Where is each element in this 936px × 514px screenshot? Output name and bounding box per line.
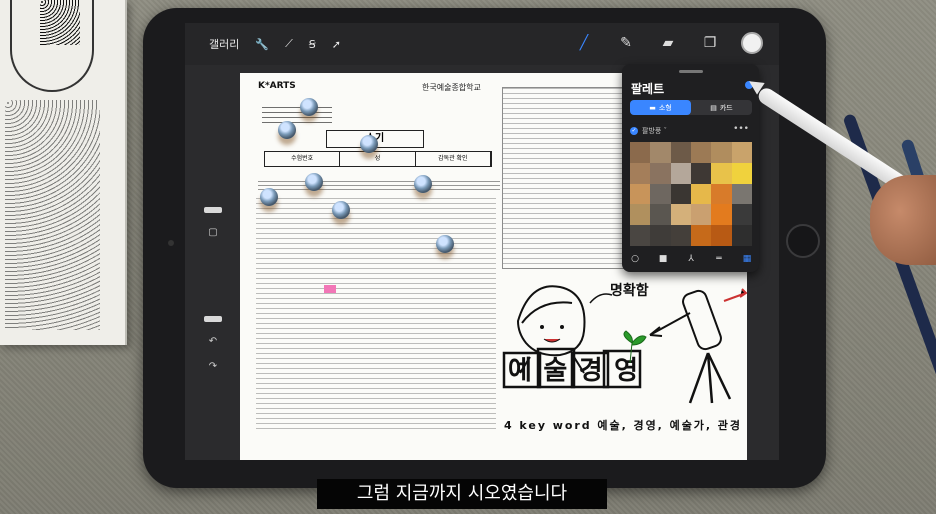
undo-icon[interactable]: ↶	[202, 336, 224, 347]
transform-arrow-icon[interactable]: ➚	[332, 38, 341, 51]
color-swatch[interactable]	[731, 162, 752, 184]
compact-icon: ▬	[649, 103, 656, 112]
doc-passage-left	[256, 198, 496, 433]
harmony-mode-icon[interactable]: ⅄	[684, 254, 698, 264]
color-swatch[interactable]	[731, 142, 752, 163]
color-swatch[interactable]	[630, 162, 651, 184]
doc-school-name: 한국예술종합학교	[422, 83, 481, 92]
color-swatch[interactable]	[630, 204, 651, 226]
more-options-icon[interactable]: •••	[733, 124, 749, 134]
color-swatch[interactable]	[711, 183, 732, 205]
value-mode-icon[interactable]: ═	[712, 254, 726, 264]
tab-compact[interactable]: ▬ 소형	[630, 100, 691, 115]
info-cell: 성	[340, 152, 416, 166]
pink-highlight	[324, 285, 336, 293]
color-swatch[interactable]	[650, 142, 671, 163]
check-icon: ✓	[630, 127, 638, 135]
color-swatch[interactable]	[630, 183, 651, 205]
smudge-icon[interactable]: ✎	[615, 32, 637, 54]
color-swatch[interactable]	[670, 162, 691, 184]
color-swatch[interactable]	[670, 183, 691, 205]
doc-heading-lines	[262, 107, 332, 125]
color-swatch[interactable]	[691, 204, 712, 226]
color-swatch[interactable]	[650, 225, 671, 246]
color-swatch[interactable]	[691, 162, 712, 184]
wrench-icon[interactable]: 🔧	[255, 38, 269, 51]
tab-card[interactable]: ▤ 카드	[691, 100, 752, 115]
color-swatch[interactable]	[691, 183, 712, 205]
color-swatch[interactable]	[650, 204, 671, 226]
palette-title: 팔레트	[631, 82, 665, 96]
color-swatch[interactable]	[731, 225, 752, 246]
info-cell: 감독관 확인	[416, 152, 491, 166]
color-swatch[interactable]	[670, 225, 691, 246]
tab-compact-label: 소형	[658, 103, 672, 112]
gallery-button[interactable]: 갤러리	[209, 36, 239, 52]
thumbtack-pin	[436, 235, 454, 253]
color-swatch[interactable]	[630, 225, 651, 246]
thumbtack-pin	[278, 121, 296, 139]
doc-logo: K*ARTS	[258, 81, 296, 91]
color-swatch[interactable]	[650, 183, 671, 205]
thumbtack-pin	[305, 173, 323, 191]
palettes-mode-icon[interactable]: ▦	[740, 254, 754, 264]
tab-card-label: 카드	[719, 103, 733, 112]
card-icon: ▤	[710, 103, 717, 112]
swatch-grid	[630, 142, 752, 246]
brush-icon[interactable]: ╱	[573, 32, 595, 54]
color-swatch[interactable]	[691, 225, 712, 246]
art-book	[0, 0, 127, 345]
opacity-slider[interactable]	[204, 316, 222, 322]
disc-mode-icon[interactable]: ○	[628, 254, 642, 264]
color-mode-bar: ○ ■ ⅄ ═ ▦	[628, 254, 754, 264]
procreate-screen: 갤러리 🔧 ⟋ Ꞩ ➚ ╱ ✎ ▰ ❐ ▢ ↶ ↷ K*ARTS 한국예술종합학…	[185, 23, 779, 460]
color-swatch[interactable]	[711, 225, 732, 246]
book-illustration-dots	[40, 0, 80, 45]
classic-mode-icon[interactable]: ■	[656, 254, 670, 264]
thumbtack-pin	[300, 98, 318, 116]
sketch-illustration: 명확함 예술경영 4 key word 예술, 경영, 예술가, 관경	[500, 273, 748, 460]
color-swatch[interactable]	[711, 204, 732, 226]
sketch-label-top: 명확함	[610, 282, 649, 299]
color-swatch[interactable]	[650, 162, 671, 184]
hand	[870, 175, 936, 265]
color-swatch[interactable]	[731, 204, 752, 226]
sketch-svg: 명확함 예술경영 4 key word 예술, 경영, 예술가, 관경	[502, 282, 748, 432]
redo-icon[interactable]: ↷	[202, 361, 224, 372]
palette-view-segmented: ▬ 소형 ▤ 카드	[630, 100, 752, 115]
doc-info-table: 수험번호 성 감독관 확인	[264, 151, 492, 167]
modify-square-icon[interactable]: ▢	[202, 227, 224, 238]
info-cell: 수험번호	[265, 152, 341, 166]
color-swatch[interactable]	[670, 142, 691, 163]
color-swatch[interactable]	[630, 142, 651, 163]
palette-row[interactable]: ✓ 팔방풍 ˇ	[630, 126, 667, 136]
thumbtack-pin	[414, 175, 432, 193]
eraser-icon[interactable]: ▰	[657, 32, 679, 54]
adjustments-wand-icon[interactable]: ⟋	[285, 37, 293, 51]
book-illustration-cube	[5, 100, 100, 330]
selection-s-icon[interactable]: Ꞩ	[309, 38, 316, 51]
doc-intro-lines	[258, 181, 500, 193]
panel-grabber[interactable]	[679, 70, 703, 73]
thumbtack-pin	[360, 135, 378, 153]
front-camera	[168, 240, 174, 246]
home-button[interactable]	[786, 224, 820, 258]
color-picker-button[interactable]	[741, 32, 763, 54]
color-swatch[interactable]	[691, 142, 712, 163]
color-swatch[interactable]	[731, 183, 752, 205]
layers-icon[interactable]: ❐	[699, 32, 721, 54]
brush-size-slider[interactable]	[204, 207, 222, 213]
thumbtack-pin	[332, 201, 350, 219]
top-toolbar: 갤러리 🔧 ⟋ Ꞩ ➚ ╱ ✎ ▰ ❐	[185, 23, 779, 65]
color-swatch[interactable]	[670, 204, 691, 226]
thumbtack-pin	[260, 188, 278, 206]
color-swatch[interactable]	[711, 162, 732, 184]
palette-name: 팔방풍 ˇ	[642, 127, 668, 135]
video-subtitle: 그럼 지금까지 시오였습니다	[317, 479, 607, 509]
left-sidebar: ▢ ↶ ↷	[202, 203, 224, 423]
color-swatch[interactable]	[711, 142, 732, 163]
sketch-keywords: 4 key word 예술, 경영, 예술가, 관경	[504, 418, 740, 432]
palette-panel: 팔레트 ▬ 소형 ▤ 카드 ✓ 팔방풍 ˇ ••• ○ ■ ⅄ ═ ▦	[622, 64, 759, 272]
